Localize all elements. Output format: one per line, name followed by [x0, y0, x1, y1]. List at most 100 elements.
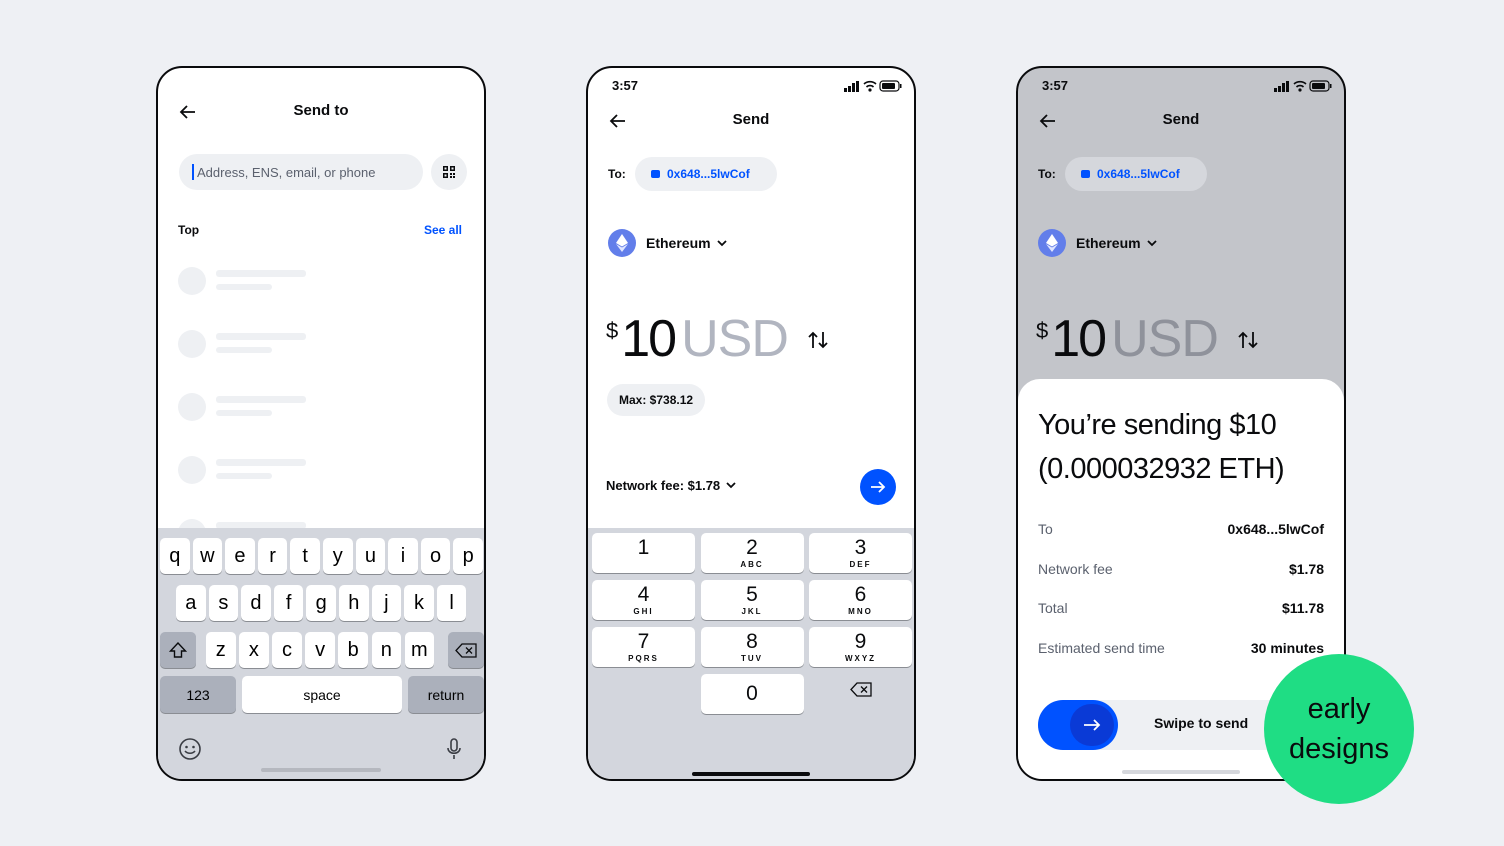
- numpad-digit: 8: [746, 630, 758, 653]
- network-fee-selector[interactable]: Network fee: $1.78: [606, 478, 736, 493]
- detail-row-to: To 0x648...5lwCof: [1038, 521, 1324, 537]
- badge-line-1: early: [1307, 693, 1371, 725]
- status-icons: [1274, 80, 1332, 92]
- detail-row-network-fee: Network fee $1.78: [1038, 561, 1324, 577]
- numpad-letters: ABC: [740, 560, 764, 569]
- see-all-link[interactable]: See all: [424, 223, 462, 237]
- key-f[interactable]: f: [273, 585, 304, 621]
- numpad-digit: 1: [637, 536, 650, 559]
- shift-icon: [169, 642, 187, 658]
- numpad-key-7[interactable]: 7 PQRS: [592, 627, 695, 667]
- numpad-key-5[interactable]: 5 JKL: [700, 580, 804, 620]
- swap-currency-icon[interactable]: [807, 330, 829, 350]
- chevron-down-icon: [716, 239, 727, 246]
- badge-line-2: designs: [1289, 733, 1389, 765]
- to-label: To:: [608, 167, 626, 181]
- key-r[interactable]: r: [257, 538, 288, 574]
- ethereum-icon: [608, 229, 636, 257]
- numpad-key-0[interactable]: 0: [700, 674, 804, 714]
- key-g[interactable]: g: [306, 585, 336, 621]
- numpad-key-8[interactable]: 8 TUV: [700, 627, 804, 667]
- numpad-digit: 5: [746, 583, 758, 606]
- numpad-digit: 9: [854, 630, 867, 653]
- list-item-placeholder: [178, 456, 318, 486]
- recipient-address-chip[interactable]: 0x648...5lwCof: [635, 157, 777, 191]
- swap-currency-icon[interactable]: [1237, 330, 1259, 350]
- qr-scan-button[interactable]: [431, 154, 467, 190]
- network-fee-label: Network fee: $1.78: [606, 478, 721, 493]
- to-label: To:: [1038, 167, 1056, 181]
- send-to-screen: Send to Top See all qwertyuiop asdfghjkl z…: [156, 66, 486, 781]
- swipe-handle[interactable]: [1070, 704, 1114, 746]
- amount-value: 10: [621, 310, 677, 368]
- recipient-address: 0x648...5lwCof: [1097, 167, 1180, 181]
- detail-row-send-time: Estimated send time 30 minutes: [1038, 640, 1324, 656]
- numpad-key-6[interactable]: 6 MNO: [809, 580, 912, 620]
- amount-currency: USD: [1111, 310, 1219, 368]
- key-o[interactable]: o: [420, 538, 451, 574]
- list-item-placeholder: [178, 393, 318, 423]
- key-e[interactable]: e: [225, 538, 255, 574]
- recipient-address-chip[interactable]: 0x648...5lwCof: [1065, 157, 1207, 191]
- key-a[interactable]: a: [176, 585, 206, 621]
- key-w[interactable]: w: [192, 538, 223, 574]
- continue-button[interactable]: [860, 469, 896, 505]
- max-balance-chip[interactable]: Max: $738.12: [607, 384, 706, 416]
- space-key[interactable]: space: [242, 676, 402, 713]
- qwerty-keyboard: qwertyuiop asdfghjkl zxcvbnm 123 space ret…: [158, 528, 484, 779]
- numpad-digit: 0: [746, 682, 758, 705]
- key-z[interactable]: z: [206, 632, 236, 668]
- numpad-key-2[interactable]: 2 ABC: [700, 533, 804, 573]
- send-amount-screen: 3:57 Send To: 0x648...5lwCof Ethereum $ …: [586, 66, 916, 781]
- key-s[interactable]: s: [208, 585, 239, 621]
- key-d[interactable]: d: [241, 585, 271, 621]
- asset-selector[interactable]: Ethereum: [608, 229, 727, 257]
- delete-key[interactable]: [448, 632, 484, 668]
- key-y[interactable]: y: [323, 538, 353, 574]
- shift-key[interactable]: [160, 632, 196, 668]
- key-i[interactable]: i: [388, 538, 418, 574]
- delete-key[interactable]: [850, 682, 874, 700]
- key-n[interactable]: n: [371, 632, 402, 668]
- key-k[interactable]: k: [404, 585, 434, 621]
- numpad-key-4[interactable]: 4 GHI: [592, 580, 695, 620]
- page-title: Send: [732, 111, 770, 128]
- key-l[interactable]: l: [436, 585, 467, 621]
- numpad-key-3[interactable]: 3 DEF: [809, 533, 912, 573]
- return-key[interactable]: return: [408, 676, 484, 713]
- microphone-icon[interactable]: [446, 737, 462, 761]
- numpad-letters: TUV: [741, 654, 763, 663]
- key-h[interactable]: h: [339, 585, 369, 621]
- key-j[interactable]: j: [371, 585, 402, 621]
- emoji-icon[interactable]: [178, 737, 202, 761]
- list-item-placeholder: [178, 267, 318, 297]
- key-p[interactable]: p: [453, 538, 483, 574]
- key-u[interactable]: u: [355, 538, 386, 574]
- asset-name: Ethereum: [646, 235, 711, 251]
- arrow-right-icon: [1084, 719, 1101, 731]
- recipient-address: 0x648...5lwCof: [667, 167, 750, 181]
- numpad-digit: 6: [854, 583, 867, 606]
- wallet-icon: [1081, 170, 1090, 178]
- asset-selector[interactable]: Ethereum: [1038, 229, 1157, 257]
- key-t[interactable]: t: [290, 538, 320, 574]
- key-x[interactable]: x: [239, 632, 269, 668]
- numpad-letters: JKL: [741, 607, 763, 616]
- numpad-digit: 2: [746, 536, 758, 559]
- address-search-input[interactable]: [197, 154, 417, 190]
- numpad-letters: DEF: [849, 560, 872, 569]
- key-b[interactable]: b: [338, 632, 368, 668]
- home-indicator: [261, 768, 381, 772]
- currency-symbol: $: [606, 318, 619, 343]
- key-q[interactable]: q: [160, 538, 190, 574]
- key-c[interactable]: c: [272, 632, 302, 668]
- numbers-key[interactable]: 123: [160, 676, 236, 713]
- key-v[interactable]: v: [305, 632, 335, 668]
- early-designs-badge: early designs: [1264, 654, 1414, 804]
- key-m[interactable]: m: [404, 632, 435, 668]
- numpad-key-1[interactable]: 1: [592, 533, 695, 573]
- numpad-letters: GHI: [633, 607, 654, 616]
- numpad-letters: PQRS: [628, 654, 659, 663]
- search-field[interactable]: [179, 154, 423, 190]
- numpad-key-9[interactable]: 9 WXYZ: [809, 627, 912, 667]
